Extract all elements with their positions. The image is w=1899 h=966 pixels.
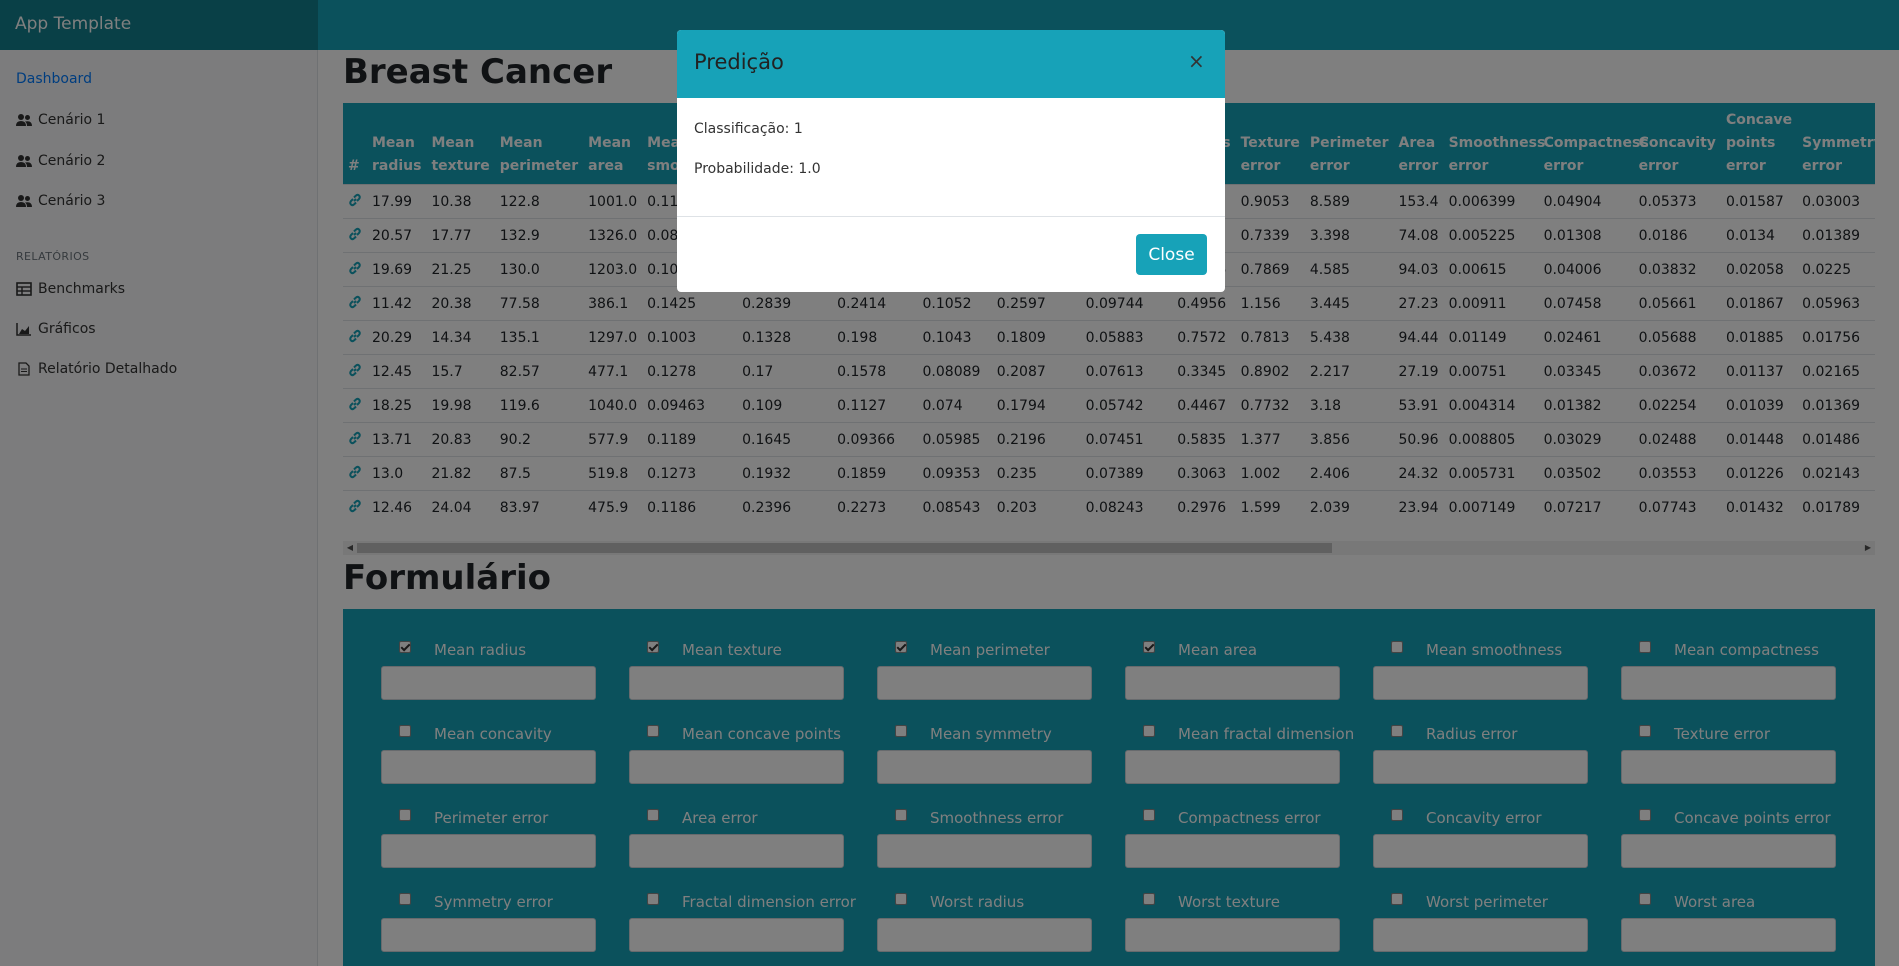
close-icon[interactable]: ×: [1188, 49, 1205, 73]
modal-divider: [677, 216, 1225, 217]
modal-header: Predição ×: [677, 30, 1225, 98]
probability-text: Probabilidade: 1.0: [694, 161, 821, 177]
modal-title: Predição: [694, 50, 784, 74]
classification-text: Classificação: 1: [694, 121, 803, 137]
prediction-modal: Predição × Classificação: 1 Probabilidad…: [677, 30, 1225, 292]
close-button[interactable]: Close: [1136, 234, 1207, 275]
